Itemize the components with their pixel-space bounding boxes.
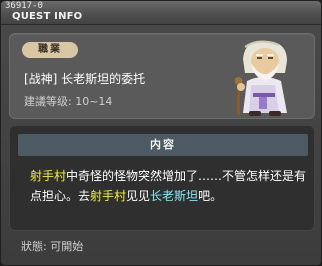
quest-name: [战神] 长老斯坦的委托 <box>24 72 146 86</box>
npc-portrait-icon <box>234 40 287 116</box>
npc-link: 长老斯坦 <box>150 189 199 203</box>
quest-status: 狀態: 可開始 <box>21 240 84 253</box>
place-link: 射手村 <box>90 189 127 203</box>
quest-description: 射手村中奇怪的怪物突然增加了……不管怎样还是有点担心。去射手村见见长老斯坦吧。 <box>30 166 308 206</box>
description-text: 吧。 <box>198 189 223 203</box>
quest-id: 36917-0 <box>5 1 43 11</box>
description-text: 见见 <box>126 189 151 203</box>
quest-info-window: 36917-0 QUEST INFO 職業 [战神] 长老斯坦的委托 建議等级:… <box>0 0 322 266</box>
title-bar[interactable]: 36917-0 QUEST INFO <box>1 1 321 25</box>
job-badge: 職業 <box>22 42 78 58</box>
quest-recommended-level: 建議等级: 10~14 <box>24 95 113 108</box>
place-link: 射手村 <box>30 169 67 183</box>
window-title: QUEST INFO <box>12 11 83 22</box>
content-header: 内容 <box>18 134 308 156</box>
quest-content-panel: 内容 射手村中奇怪的怪物突然增加了……不管怎样还是有点担心。去射手村见见长老斯坦… <box>9 125 315 231</box>
